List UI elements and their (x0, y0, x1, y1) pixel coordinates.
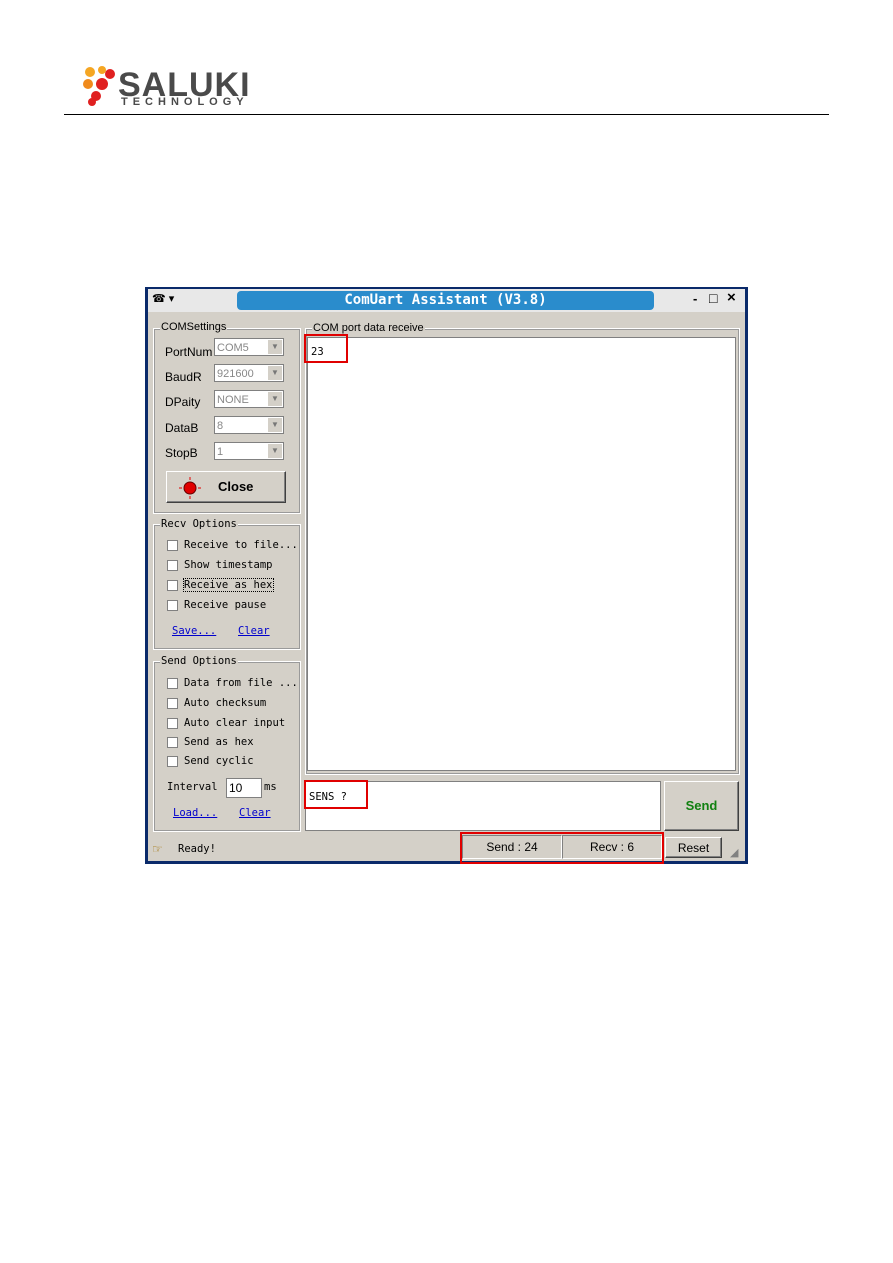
resize-grip-icon[interactable]: ◢ (730, 846, 738, 859)
interval-input[interactable]: 10 (226, 778, 262, 798)
chevron-down-icon[interactable]: ▼ (268, 392, 282, 406)
datab-select[interactable]: 8 ▼ (214, 416, 284, 434)
send-cyclic-checkbox[interactable] (167, 756, 178, 767)
receive-as-hex-label: Receive as hex (183, 578, 274, 592)
close-port-label: Close (218, 479, 254, 494)
send-cyclic-label: Send cyclic (184, 755, 254, 767)
com-settings-label: COMSettings (160, 321, 228, 333)
datab-value: 8 (217, 420, 224, 432)
maximize-button[interactable]: □ (709, 290, 717, 306)
portnum-value: COM5 (217, 342, 249, 354)
show-timestamp-label: Show timestamp (184, 559, 273, 571)
clear-receive-link[interactable]: Clear (238, 625, 270, 637)
recv-options-label: Recv Options (160, 518, 238, 530)
baudr-select[interactable]: 921600 ▼ (214, 364, 284, 382)
show-timestamp-checkbox[interactable] (167, 560, 178, 571)
receive-as-hex-checkbox[interactable] (167, 580, 178, 591)
save-link[interactable]: Save... (172, 625, 216, 637)
counters-highlight (460, 832, 664, 864)
close-port-button[interactable]: Close (166, 471, 286, 503)
receive-to-file-label: Receive to file... (184, 539, 298, 551)
receive-to-file-checkbox[interactable] (167, 540, 178, 551)
status-text: Ready! (178, 843, 216, 855)
header-rule (64, 114, 829, 115)
system-menu-icon[interactable]: ☎ ▾ (152, 292, 174, 305)
status-hand-icon: ☞ (152, 842, 163, 856)
logo-subtitle: TECHNOLOGY (121, 96, 249, 108)
stopb-label: StopB (165, 446, 198, 460)
send-input-highlight (304, 780, 368, 809)
dparity-value: NONE (217, 394, 249, 406)
load-link[interactable]: Load... (173, 807, 217, 819)
interval-label: Interval (167, 781, 218, 793)
chevron-down-icon[interactable]: ▼ (268, 444, 282, 458)
dparity-select[interactable]: NONE ▼ (214, 390, 284, 408)
baudr-value: 921600 (217, 368, 254, 380)
window-title: ComUart Assistant (V3.8) (237, 291, 654, 310)
auto-checksum-label: Auto checksum (184, 697, 267, 709)
status-led-icon (179, 477, 201, 499)
data-from-file-checkbox[interactable] (167, 678, 178, 689)
receive-group-label: COM port data receive (312, 322, 425, 334)
close-window-button[interactable]: × (727, 289, 736, 306)
interval-unit: ms (264, 781, 277, 793)
receive-pause-checkbox[interactable] (167, 600, 178, 611)
dparity-label: DPaity (165, 395, 201, 409)
clear-send-link[interactable]: Clear (239, 807, 271, 819)
stopb-select[interactable]: 1 ▼ (214, 442, 284, 460)
minimize-button[interactable]: - (693, 291, 697, 306)
receive-pause-label: Receive pause (184, 599, 267, 611)
data-from-file-label: Data from file ... (184, 677, 298, 689)
reset-button[interactable]: Reset (665, 837, 722, 858)
auto-checksum-checkbox[interactable] (167, 698, 178, 709)
baudr-label: BaudR (165, 370, 202, 384)
auto-clear-input-label: Auto clear input (184, 717, 286, 729)
chevron-down-icon[interactable]: ▼ (268, 340, 282, 354)
datab-label: DataB (165, 421, 199, 435)
send-as-hex-label: Send as hex (184, 736, 254, 748)
send-button[interactable]: Send (664, 781, 739, 831)
chevron-down-icon[interactable]: ▼ (268, 366, 282, 380)
portnum-label: PortNum (165, 345, 213, 359)
portnum-select[interactable]: COM5 ▼ (214, 338, 284, 356)
document-page: SALUKI TECHNOLOGY ☎ ▾ ComUart Assistant … (0, 0, 893, 1263)
saluki-logo-icon (83, 66, 115, 106)
stopb-value: 1 (217, 446, 224, 458)
send-as-hex-checkbox[interactable] (167, 737, 178, 748)
receive-textarea[interactable]: 23 (307, 337, 736, 771)
send-options-label: Send Options (160, 655, 238, 667)
auto-clear-input-checkbox[interactable] (167, 718, 178, 729)
chevron-down-icon[interactable]: ▼ (268, 418, 282, 432)
received-data-highlight (304, 334, 348, 363)
